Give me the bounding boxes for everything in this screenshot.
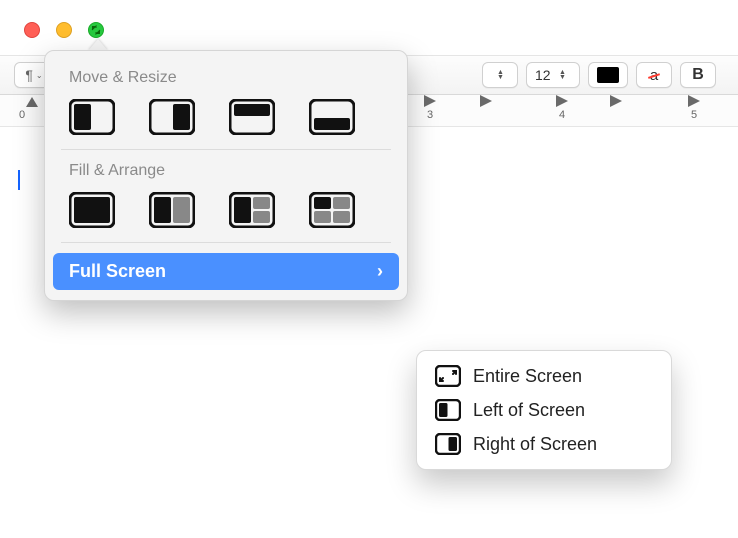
font-size-dropdown[interactable]: 12 ▲▼: [526, 62, 580, 88]
divider: [61, 149, 391, 150]
color-swatch-icon: [597, 67, 619, 83]
text-cursor: [18, 170, 20, 190]
minimize-button[interactable]: [56, 22, 72, 38]
submenu-item-entire-screen[interactable]: Entire Screen: [423, 359, 665, 393]
tile-left-half-button[interactable]: [69, 99, 115, 135]
full-screen-submenu: Entire Screen Left of Screen Right of Sc…: [416, 350, 672, 470]
right-of-screen-icon: [435, 433, 461, 455]
close-button[interactable]: [24, 22, 40, 38]
tab-marker-icon[interactable]: [480, 95, 492, 110]
submenu-item-right-of-screen[interactable]: Right of Screen: [423, 427, 665, 461]
left-of-screen-icon: [435, 399, 461, 421]
strikethrough-icon: a: [650, 67, 658, 84]
tile-right-half-button[interactable]: [149, 99, 195, 135]
tile-bottom-half-button[interactable]: [309, 99, 355, 135]
tab-marker-icon[interactable]: [424, 95, 436, 110]
text-color-button[interactable]: [588, 62, 628, 88]
ruler-label: 0: [19, 109, 25, 121]
entire-screen-icon: [435, 365, 461, 387]
font-family-dropdown[interactable]: ▲▼: [482, 62, 518, 88]
window-tiling-popover: Move & Resize Fill & Arrange Full Scr: [44, 50, 408, 301]
zoom-button[interactable]: [88, 22, 104, 38]
tab-marker-icon[interactable]: [556, 95, 568, 110]
tile-top-half-button[interactable]: [229, 99, 275, 135]
submenu-label: Entire Screen: [473, 366, 582, 387]
section-label-fill-arrange: Fill & Arrange: [45, 160, 407, 184]
full-screen-menu-item[interactable]: Full Screen ›: [53, 253, 399, 290]
tile-quadrants-button[interactable]: [309, 192, 355, 228]
bold-button[interactable]: B: [680, 62, 716, 88]
move-resize-row: [45, 91, 407, 149]
submenu-label: Right of Screen: [473, 434, 597, 455]
fill-arrange-row: [45, 184, 407, 242]
tile-left-stack-button[interactable]: [229, 192, 275, 228]
ruler-label: 4: [559, 109, 565, 121]
section-label-move-resize: Move & Resize: [45, 67, 407, 91]
ruler-label: 5: [691, 109, 697, 121]
font-size-value: 12: [535, 67, 551, 83]
full-screen-label: Full Screen: [69, 261, 166, 282]
submenu-item-left-of-screen[interactable]: Left of Screen: [423, 393, 665, 427]
ruler-label: 3: [427, 109, 433, 121]
strikethrough-color-button[interactable]: a: [636, 62, 672, 88]
tile-left-and-right-button[interactable]: [149, 192, 195, 228]
window-controls: [24, 22, 104, 38]
bold-icon: B: [692, 66, 704, 84]
chevron-right-icon: ›: [377, 261, 383, 282]
indent-marker-icon[interactable]: [26, 95, 38, 110]
divider: [61, 242, 391, 243]
tab-marker-icon[interactable]: [610, 95, 622, 110]
tile-fill-button[interactable]: [69, 192, 115, 228]
tab-marker-icon[interactable]: [688, 95, 700, 110]
submenu-label: Left of Screen: [473, 400, 585, 421]
